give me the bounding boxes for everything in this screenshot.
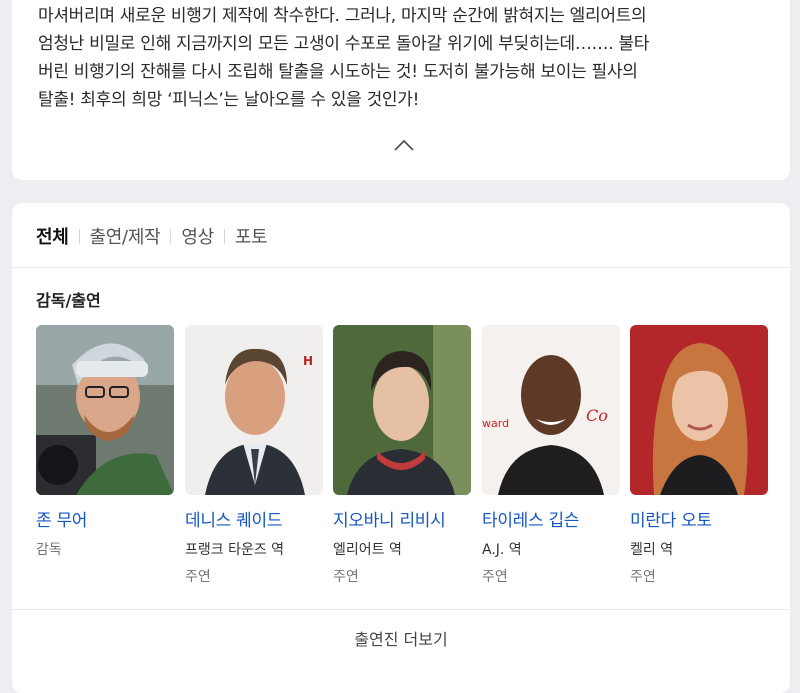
synopsis-line: 엄청난 비밀로 인해 지금까지의 모든 고생이 수포로 돌아갈 위기에 부딪히는… <box>38 34 650 54</box>
tab-divider <box>170 228 172 244</box>
cast-item[interactable]: H 데니스 퀘이드 프랭크 타운즈 역 주연 <box>185 325 323 586</box>
cast-kind: 주연 <box>482 569 508 585</box>
tab-divider <box>78 228 80 244</box>
tab-photo[interactable]: 포토 <box>235 223 268 249</box>
synopsis-text: 마셔버리며 새로운 비행기 제작에 착수한다. 그러나, 마지막 순간에 밝혀지… <box>38 2 768 114</box>
cast-kind: 주연 <box>630 569 656 585</box>
cast-role: 프랭크 타운즈 역 <box>185 542 285 558</box>
tab-all[interactable]: 전체 <box>36 223 69 249</box>
cast-name[interactable]: 데니스 퀘이드 <box>185 506 323 531</box>
synopsis-line: 버린 비행기의 잔해를 다시 조립해 탈출을 시도하는 것! 도저히 불가능해 … <box>38 62 638 82</box>
synopsis-card: 마셔버리며 새로운 비행기 제작에 착수한다. 그러나, 마지막 순간에 밝혀지… <box>12 0 790 180</box>
cast-role: A.J. 역 <box>482 542 522 558</box>
collapse-button[interactable] <box>390 133 418 157</box>
cast-kind: 주연 <box>333 569 359 585</box>
cast-photo[interactable] <box>630 325 768 495</box>
cast-photo[interactable]: Co ward <box>482 325 620 495</box>
cast-card: 전체 출연/제작 영상 포토 감독/출연 존 무어 감독 H 데니스 퀘이드 프… <box>12 203 790 693</box>
synopsis-line: 탈출! 최후의 희망 ‘피닉스’는 날아오를 수 있을 것인가! <box>38 90 420 110</box>
cast-list: 존 무어 감독 H 데니스 퀘이드 프랭크 타운즈 역 주연 지오바니 리비시 … <box>36 325 776 585</box>
cast-role: 켈리 역 <box>630 542 674 558</box>
tab-bar: 전체 출연/제작 영상 포토 <box>36 223 268 249</box>
cast-photo[interactable]: H <box>185 325 323 495</box>
section-title: 감독/출연 <box>36 291 101 310</box>
svg-text:H: H <box>303 354 313 368</box>
cast-item[interactable]: 지오바니 리비시 엘리어트 역 주연 <box>333 325 471 586</box>
cast-name[interactable]: 미란다 오토 <box>630 506 768 531</box>
cast-role: 엘리어트 역 <box>333 542 402 558</box>
cast-item[interactable]: 존 무어 감독 <box>36 325 174 559</box>
cast-item[interactable]: Co ward 타이레스 깁슨 A.J. 역 주연 <box>482 325 620 586</box>
svg-text:Co: Co <box>586 406 608 425</box>
tab-cast-crew[interactable]: 출연/제작 <box>90 223 161 249</box>
cast-item[interactable]: 미란다 오토 켈리 역 주연 <box>630 325 768 586</box>
cast-kind: 주연 <box>185 569 211 585</box>
cast-name[interactable]: 타이레스 깁슨 <box>482 506 620 531</box>
divider <box>12 267 790 268</box>
synopsis-line: 마셔버리며 새로운 비행기 제작에 착수한다. 그러나, 마지막 순간에 밝혀지… <box>38 6 647 26</box>
cast-photo[interactable] <box>333 325 471 495</box>
svg-text:ward: ward <box>482 417 509 430</box>
cast-photo[interactable] <box>36 325 174 495</box>
tab-divider <box>223 228 225 244</box>
cast-name[interactable]: 지오바니 리비시 <box>333 506 471 531</box>
tab-video[interactable]: 영상 <box>181 223 214 249</box>
more-cast-button[interactable]: 출연진 더보기 <box>12 610 790 665</box>
chevron-up-icon <box>394 139 414 151</box>
cast-kind: 감독 <box>36 542 62 558</box>
cast-name[interactable]: 존 무어 <box>36 506 174 531</box>
